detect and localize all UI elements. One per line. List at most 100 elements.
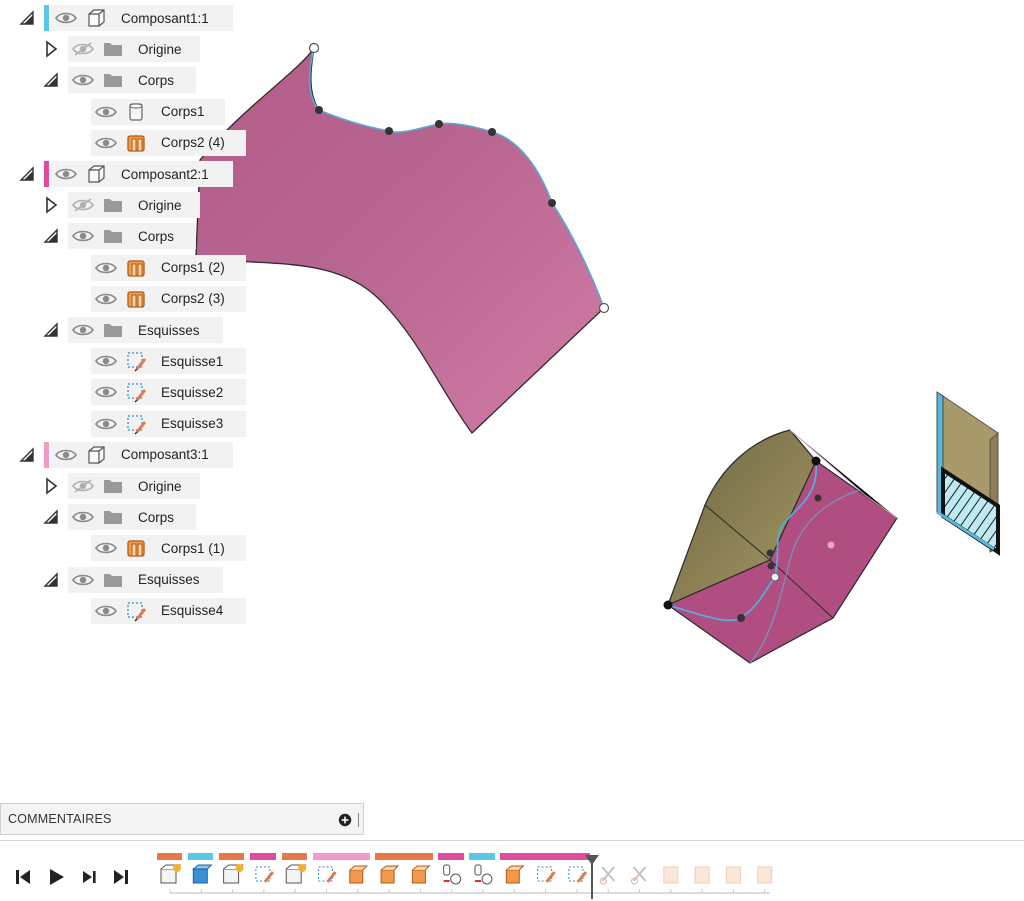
expand-triangle-icon[interactable]: [18, 9, 36, 27]
browser-node-pill[interactable]: Corps1 (2): [91, 254, 246, 281]
plus-circle-icon[interactable]: [338, 813, 352, 827]
browser-node-pill[interactable]: Corps1 (1): [91, 535, 246, 562]
suppressed-step-icon[interactable]: [725, 866, 741, 884]
eye-icon[interactable]: [55, 447, 77, 463]
split-step-icon[interactable]: [599, 866, 615, 885]
browser-node[interactable]: Corps2 (4): [0, 129, 260, 157]
extrude-step-icon[interactable]: [505, 865, 525, 884]
timeline-steps[interactable]: [0, 841, 1024, 901]
browser-node[interactable]: Composant2:1: [0, 160, 260, 188]
browser-node[interactable]: Corps: [0, 66, 260, 94]
browser-node-label: Esquisses: [138, 572, 200, 588]
browser-node[interactable]: Origine: [0, 472, 260, 500]
browser-node[interactable]: Corps: [0, 222, 260, 250]
eye-icon[interactable]: [72, 572, 94, 588]
browser-node-pill[interactable]: Corps2 (4): [91, 129, 246, 156]
browser-node-pill[interactable]: Esquisse1: [91, 348, 246, 375]
suppressed-step-icon[interactable]: [694, 866, 710, 884]
browser-node-pill[interactable]: Origine: [68, 36, 200, 63]
eye-icon[interactable]: [72, 228, 94, 244]
box-step-icon[interactable]: [191, 864, 213, 884]
eye-icon[interactable]: [72, 509, 94, 525]
browser-node-pill[interactable]: Origine: [68, 192, 200, 219]
sketch-step-icon[interactable]: [255, 866, 275, 883]
collapsed-triangle-icon[interactable]: [42, 477, 60, 495]
sketch-step-icon[interactable]: [537, 866, 556, 883]
eye-hidden-icon[interactable]: [72, 478, 94, 494]
new-component-step-icon[interactable]: [223, 864, 244, 884]
eye-icon[interactable]: [95, 540, 117, 556]
browser-node-pill[interactable]: Esquisse4: [91, 597, 246, 624]
browser-node[interactable]: Corps2 (3): [0, 285, 260, 313]
suppressed-step-icon[interactable]: [663, 866, 679, 884]
eye-icon[interactable]: [95, 603, 117, 619]
browser-node[interactable]: Esquisse2: [0, 378, 260, 406]
sketch-plane-object[interactable]: [936, 391, 1000, 556]
eye-icon[interactable]: [95, 384, 117, 400]
eye-icon[interactable]: [95, 353, 117, 369]
browser-node[interactable]: Composant1:1: [0, 4, 260, 32]
browser-node-pill[interactable]: Corps: [68, 504, 196, 531]
browser-node[interactable]: Corps1 (1): [0, 534, 260, 562]
browser-node[interactable]: Esquisse3: [0, 410, 260, 438]
eye-icon[interactable]: [95, 260, 117, 276]
browser-node[interactable]: Esquisse1: [0, 347, 260, 375]
browser-node-pill[interactable]: Esquisse3: [91, 410, 246, 437]
eye-icon[interactable]: [72, 322, 94, 338]
eye-icon[interactable]: [95, 291, 117, 307]
collapsed-triangle-icon[interactable]: [42, 40, 60, 58]
eye-icon[interactable]: [55, 10, 77, 26]
expand-triangle-icon[interactable]: [42, 508, 60, 526]
extrude-step-icon[interactable]: [380, 865, 400, 884]
expand-triangle-icon[interactable]: [42, 571, 60, 589]
browser-node[interactable]: Origine: [0, 191, 260, 219]
eye-icon[interactable]: [95, 135, 117, 151]
browser-node[interactable]: Corps1: [0, 98, 260, 126]
eye-hidden-icon[interactable]: [72, 197, 94, 213]
expand-triangle-icon[interactable]: [18, 446, 36, 464]
eye-icon[interactable]: [72, 72, 94, 88]
expand-triangle-icon[interactable]: [42, 321, 60, 339]
expand-triangle-icon[interactable]: [42, 71, 60, 89]
browser-node-pill[interactable]: Corps2 (3): [91, 285, 246, 312]
extrude-step-icon[interactable]: [349, 865, 369, 884]
new-component-step-icon[interactable]: [285, 864, 307, 884]
browser-node-pill[interactable]: Corps1: [91, 98, 225, 125]
folder-icon: [104, 74, 122, 88]
collapsed-triangle-icon[interactable]: [42, 196, 60, 214]
eye-icon[interactable]: [95, 416, 117, 432]
eye-hidden-icon[interactable]: [72, 41, 94, 57]
suppressed-step-icon[interactable]: [757, 866, 773, 884]
browser-node-pill[interactable]: Esquisses: [68, 566, 223, 593]
browser-node-pill[interactable]: Esquisses: [68, 317, 223, 343]
joint-step-icon[interactable]: [443, 864, 462, 885]
browser-node-pill[interactable]: Corps: [68, 223, 196, 250]
new-component-step-icon[interactable]: [160, 864, 182, 884]
extrude-step-icon[interactable]: [411, 865, 431, 884]
browser-node[interactable]: Corps1 (2): [0, 254, 260, 282]
browser-node[interactable]: Esquisses: [0, 316, 260, 344]
solid-body[interactable]: [663, 429, 898, 664]
browser-node[interactable]: Composant3:1: [0, 441, 260, 469]
sketch-step-icon[interactable]: [568, 866, 588, 883]
eye-icon[interactable]: [55, 166, 77, 182]
sketch-step-icon[interactable]: [318, 866, 337, 883]
browser-node-pill[interactable]: Composant1:1: [51, 5, 233, 31]
expand-triangle-icon[interactable]: [42, 227, 60, 245]
browser-node[interactable]: Esquisses: [0, 566, 260, 594]
comments-panel[interactable]: COMMENTAIRES: [0, 803, 364, 835]
folder-icon: [104, 480, 122, 493]
browser-node[interactable]: Esquisse4: [0, 597, 260, 625]
browser-node-pill[interactable]: Corps: [68, 67, 196, 94]
browser-node-pill[interactable]: Esquisse2: [91, 379, 246, 406]
browser-node-pill[interactable]: Composant2:1: [51, 161, 233, 187]
joint-step-icon[interactable]: [474, 864, 493, 885]
expand-triangle-icon[interactable]: [18, 165, 36, 183]
split-step-icon[interactable]: [631, 866, 647, 885]
browser-node[interactable]: Origine: [0, 35, 260, 63]
browser-node-pill[interactable]: Origine: [68, 473, 200, 499]
panel-grip-icon[interactable]: [358, 813, 362, 827]
browser-node[interactable]: Corps: [0, 503, 260, 531]
eye-icon[interactable]: [95, 104, 117, 120]
browser-node-pill[interactable]: Composant3:1: [51, 441, 233, 468]
